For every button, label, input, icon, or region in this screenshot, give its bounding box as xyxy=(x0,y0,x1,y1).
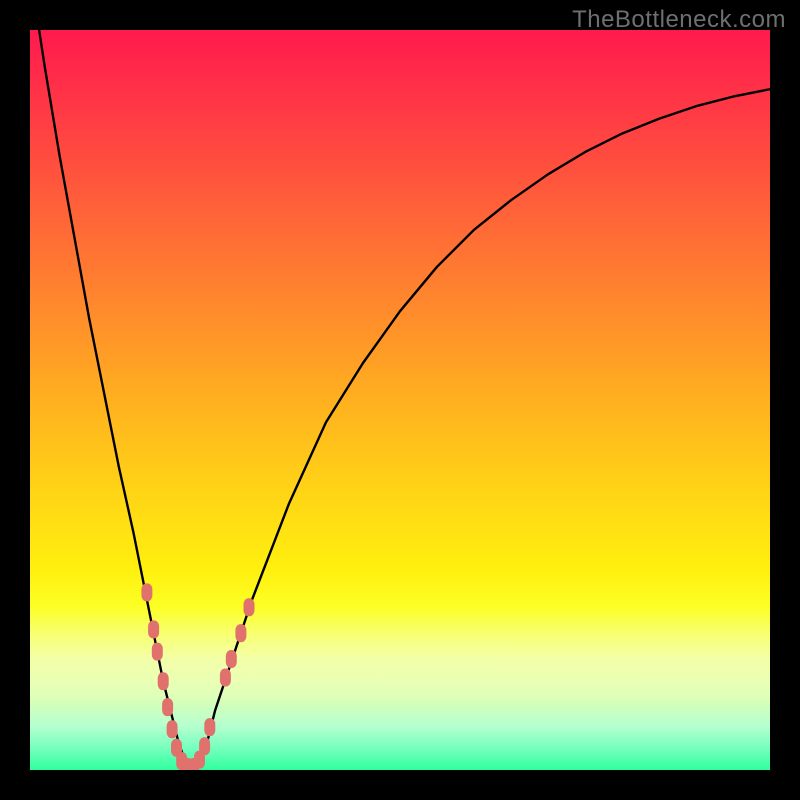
curve-marker xyxy=(141,583,152,601)
curve-marker xyxy=(235,624,246,642)
curve-marker xyxy=(158,672,169,690)
curve-marker xyxy=(199,737,210,755)
curve-layer xyxy=(30,30,770,770)
curve-marker xyxy=(167,720,178,738)
curve-marker xyxy=(204,718,215,736)
curve-marker xyxy=(244,598,255,616)
curve-marker xyxy=(152,643,163,661)
curve-markers xyxy=(141,583,254,770)
curve-marker xyxy=(162,698,173,716)
curve-marker xyxy=(148,620,159,638)
chart-frame: TheBottleneck.com xyxy=(0,0,800,800)
curve-marker xyxy=(220,669,231,687)
bottleneck-curve xyxy=(30,30,770,770)
curve-marker xyxy=(226,650,237,668)
watermark-text: TheBottleneck.com xyxy=(572,6,786,34)
plot-area xyxy=(30,30,770,770)
